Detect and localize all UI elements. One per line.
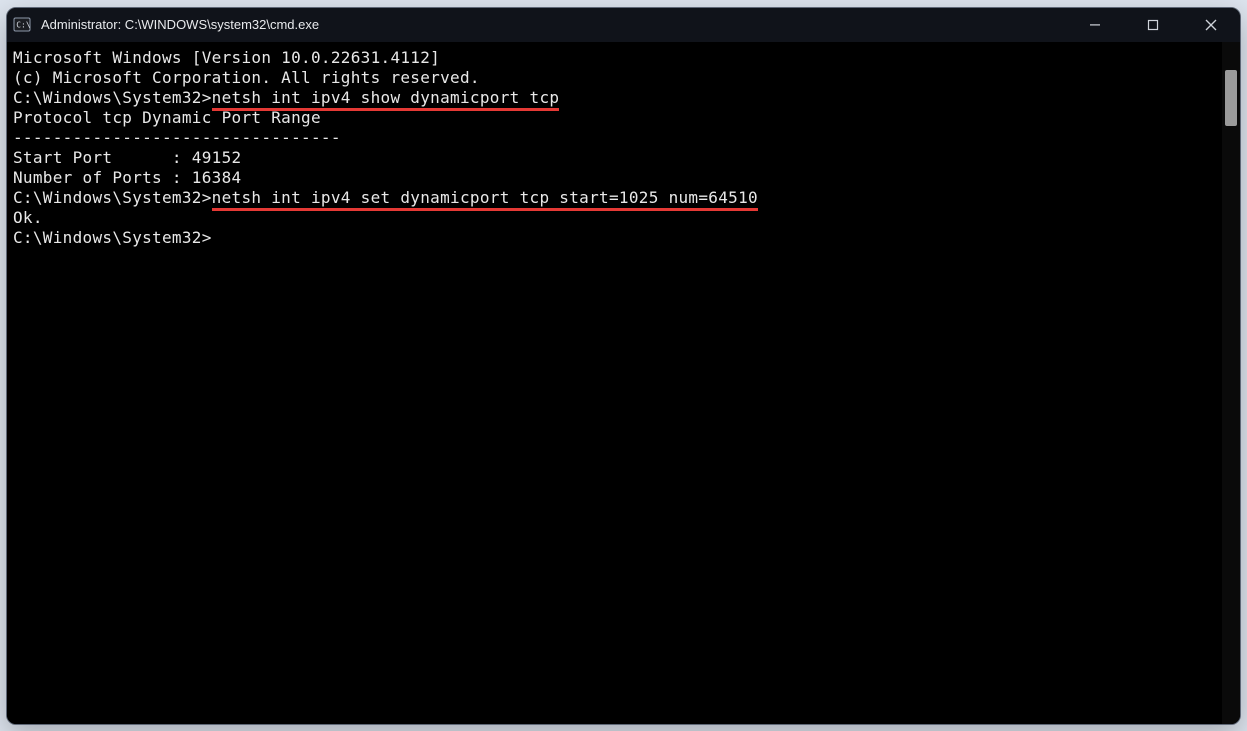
banner-line: (c) Microsoft Corporation. All rights re… <box>13 68 1216 88</box>
output-line: Protocol tcp Dynamic Port Range <box>13 108 1216 128</box>
prompt-line: C:\Windows\System32>netsh int ipv4 show … <box>13 88 1216 108</box>
svg-text:C:\: C:\ <box>16 20 31 29</box>
terminal-output[interactable]: Microsoft Windows [Version 10.0.22631.41… <box>7 42 1222 724</box>
close-button[interactable] <box>1182 8 1240 42</box>
window-title: Administrator: C:\WINDOWS\system32\cmd.e… <box>41 17 319 32</box>
output-line: Start Port : 49152 <box>13 148 1216 168</box>
banner-line: Microsoft Windows [Version 10.0.22631.41… <box>13 48 1216 68</box>
scrollbar[interactable] <box>1222 42 1240 724</box>
cmd-icon: C:\ <box>13 16 31 34</box>
titlebar[interactable]: C:\ Administrator: C:\WINDOWS\system32\c… <box>7 8 1240 42</box>
prompt-line: C:\Windows\System32> <box>13 228 1216 248</box>
output-line: Ok. <box>13 208 1216 228</box>
output-line: Number of Ports : 16384 <box>13 168 1216 188</box>
prompt: C:\Windows\System32> <box>13 188 212 207</box>
prompt: C:\Windows\System32> <box>13 88 212 107</box>
minimize-button[interactable] <box>1066 8 1124 42</box>
prompt-line: C:\Windows\System32>netsh int ipv4 set d… <box>13 188 1216 208</box>
maximize-button[interactable] <box>1124 8 1182 42</box>
cmd-window: C:\ Administrator: C:\WINDOWS\system32\c… <box>6 7 1241 725</box>
scrollbar-thumb[interactable] <box>1225 70 1237 126</box>
output-line: --------------------------------- <box>13 128 1216 148</box>
command-text: netsh int ipv4 set dynamicport tcp start… <box>212 188 758 211</box>
